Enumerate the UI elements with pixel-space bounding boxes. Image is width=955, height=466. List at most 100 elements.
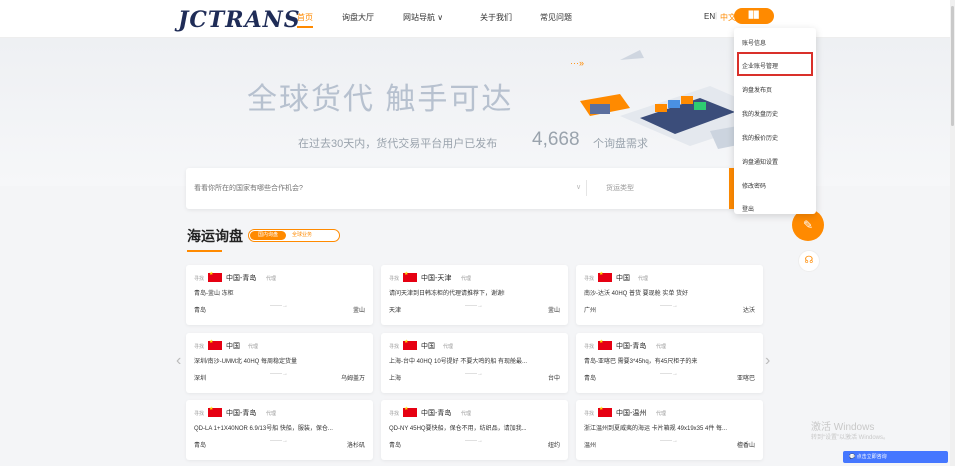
origin-port: 青岛 [194, 308, 207, 314]
region-toggle[interactable]: 国内询盘 全球业务 [248, 229, 340, 242]
menu-logout[interactable]: 登出 [742, 204, 754, 213]
inquiry-description: 请问天津到日韩冻柜的代理请推荐下，谢谢! [389, 291, 505, 297]
destination-port: 达沃 [742, 308, 755, 314]
menu-enterprise-account[interactable]: 企业账号管理 [742, 61, 778, 70]
lang-divider: | [715, 11, 718, 20]
destination-port: 洛杉矶 [346, 443, 365, 449]
find-label: 寻找 [584, 411, 595, 417]
route-label: 中国-温州 [616, 410, 647, 417]
china-flag-icon [403, 406, 417, 417]
svg-text:···»: ···» [570, 58, 584, 68]
agent-tag: 代理 [248, 344, 259, 350]
menu-my-quotes[interactable]: 我的报价历史 [742, 133, 778, 142]
jctrans-logo[interactable]: JCTRANS [178, 7, 301, 33]
user-dropdown-menu: 账号信息 企业账号管理 询盘发布页 我的发盘历史 我的报价历史 询盘通知设置 修… [734, 28, 816, 214]
china-flag-icon [598, 271, 612, 282]
route-label: 中国-天津 [421, 275, 452, 282]
chat-consult-bar[interactable]: 💬 点击立即咨询 [843, 451, 948, 463]
inquiry-card[interactable]: 寻找 中国-青岛 代理 QD-LA 1+1X40NOR 6.9/13号船 快船，服装，… [186, 400, 373, 460]
menu-account-info[interactable]: 账号信息 [742, 38, 766, 47]
inquiry-card[interactable]: 寻找 中国-青岛 代理 QD-NY 45HQ要快船，保仓不用，纺织品，请加我... 青岛… [381, 400, 568, 460]
find-label: 寻找 [194, 276, 205, 282]
destination-port: 釜山 [352, 308, 365, 314]
section-title: 海运询盘 [187, 228, 243, 244]
origin-port: 温州 [584, 443, 597, 449]
route-arrow-icon: ——→ [270, 438, 288, 444]
next-page-arrow[interactable]: › [765, 352, 770, 370]
hero-subtitle: 在过去30天内，货代交易平台用户已发布 [298, 138, 498, 150]
inquiry-card[interactable]: 寻找 中国 代理南沙-达沃 40HQ 普货 要现舱 实单 货好广州 ——→ 达沃 [576, 265, 763, 325]
freight-type-select[interactable]: 货运类型 [606, 183, 634, 193]
inquiry-description: 青岛-釜山 冻柜 [194, 291, 234, 297]
agent-tag: 代理 [266, 411, 277, 417]
agent-tag: 代理 [461, 411, 472, 417]
nav-site-guide[interactable]: 网站导航 ∨ [403, 12, 443, 23]
origin-port: 青岛 [584, 376, 597, 382]
destination-port: 台中 [547, 376, 560, 382]
inquiry-card[interactable]: 寻找 中国 代理深圳/南沙-UMM北 40HQ 每周稳定货量深圳 ——→ 乌姆盖万 [186, 333, 373, 393]
inquiry-card[interactable]: 寻找 中国-青岛 代理青岛-釜山 冻柜青岛 ——→ 釜山 [186, 265, 373, 325]
menu-my-offers[interactable]: 我的发盘历史 [742, 109, 778, 118]
china-flag-icon [403, 339, 417, 350]
route-arrow-icon: ——→ [465, 303, 483, 309]
origin-port: 青岛 [194, 443, 207, 449]
china-flag-icon [208, 406, 222, 417]
find-label: 寻找 [194, 411, 205, 417]
search-bar: ∨ 货运类型 [186, 168, 764, 209]
menu-notification-settings[interactable]: 询盘通知设置 [742, 157, 778, 166]
windows-activation-title: 激活 Windows [811, 422, 875, 433]
inquiry-description: 青岛-亚喀巴 需要3*45hq，有45尺柜子的来 [584, 359, 698, 365]
route-arrow-icon: ——→ [270, 303, 288, 309]
windows-activation-hint: 转到“设置”以激活 Windows。 [811, 435, 890, 441]
toggle-domestic[interactable]: 国内询盘 [250, 231, 286, 240]
menu-inquiry-publish[interactable]: 询盘发布页 [742, 85, 772, 94]
inquiry-description: QD-LA 1+1X40NOR 6.9/13号船 快船，服装，保仓... [194, 426, 333, 432]
page-scrollbar[interactable] [950, 0, 955, 466]
route-arrow-icon: ——→ [660, 371, 678, 377]
china-flag-icon [598, 339, 612, 350]
find-label: 寻找 [389, 344, 400, 350]
user-menu-button[interactable]: ▉▉ [734, 8, 774, 24]
route-label: 中国 [421, 343, 435, 350]
inquiry-description: QD-NY 45HQ要快船，保仓不用，纺织品，请加我... [389, 426, 527, 432]
route-label: 中国-青岛 [616, 343, 647, 350]
route-label: 中国 [616, 275, 630, 282]
support-headset-icon[interactable]: ☊ [798, 250, 820, 272]
china-flag-icon [598, 406, 612, 417]
toggle-global[interactable]: 全球业务 [292, 231, 312, 240]
nav-about-us[interactable]: 关于我们 [480, 12, 512, 23]
agent-tag: 代理 [461, 276, 472, 282]
inquiry-card[interactable]: 寻找 中国-天津 代理请问天津到日韩冻柜的代理请推荐下，谢谢! 天津 ——→ 釜山 [381, 265, 568, 325]
chevron-down-icon[interactable]: ∨ [576, 183, 581, 191]
route-label: 中国 [226, 343, 240, 350]
search-divider [586, 180, 587, 196]
inquiry-card[interactable]: 寻找 中国-温州 代理浙江温州到夏威夷的海运 卡片箱规 49x19x35 4件 每.… [576, 400, 763, 460]
agent-tag: 代理 [638, 276, 649, 282]
nav-inquiry-hall[interactable]: 询盘大厅 [342, 12, 374, 23]
inquiry-description: 浙江温州到夏威夷的海运 卡片箱规 49x19x35 4件 每... [584, 426, 728, 432]
agent-tag: 代理 [656, 411, 667, 417]
origin-port: 天津 [389, 308, 402, 314]
find-label: 寻找 [584, 344, 595, 350]
find-label: 寻找 [584, 276, 595, 282]
search-input[interactable] [194, 182, 564, 194]
inquiry-card[interactable]: 寻找 中国-青岛 代理青岛-亚喀巴 需要3*45hq，有45尺柜子的来青岛 ——→ 亚喀… [576, 333, 763, 393]
prev-page-arrow[interactable]: ‹ [176, 352, 181, 370]
agent-tag: 代理 [266, 276, 277, 282]
origin-port: 广州 [584, 308, 597, 314]
find-label: 寻找 [194, 344, 205, 350]
lang-en-link[interactable]: EN [704, 12, 715, 21]
route-arrow-icon: ——→ [465, 438, 483, 444]
destination-port: 亚喀巴 [736, 376, 755, 382]
find-label: 寻找 [389, 276, 400, 282]
inquiry-card[interactable]: 寻找 中国 代理上海-台中 40HQ 10号提好 不要大鸣的船 有现舱最... 上海 —… [381, 333, 568, 393]
section-underline [187, 250, 222, 252]
china-flag-icon [208, 339, 222, 350]
nav-home[interactable]: 首页 [297, 12, 313, 28]
nav-faq[interactable]: 常见问题 [540, 12, 572, 23]
china-flag-icon [403, 271, 417, 282]
find-label: 寻找 [389, 411, 400, 417]
route-arrow-icon: ——→ [465, 371, 483, 377]
destination-port: 纽约 [547, 443, 560, 449]
menu-change-password[interactable]: 修改密码 [742, 181, 766, 190]
